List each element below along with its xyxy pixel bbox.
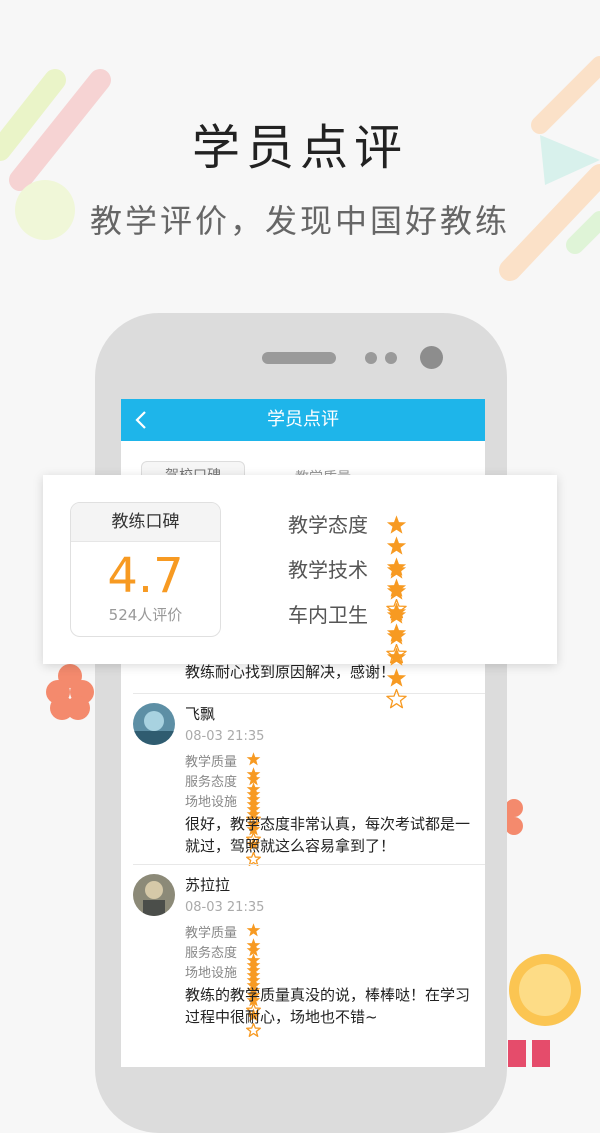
- review-text: 很好，教学态度非常认真，每次考试都是一就过，驾照就这么容易拿到了！: [185, 815, 471, 855]
- star-filled-icon: [246, 923, 261, 937]
- partial-review-text: 教练耐心找到原因解决，感谢！: [185, 663, 396, 681]
- review-item: 飞飘 08-03 21:35 教学质量 服务态度 场地设施 很好，教学态度非常认…: [121, 703, 485, 866]
- criterion-label: 教学态度: [288, 513, 368, 537]
- star-rating: [386, 605, 410, 710]
- rating-row: 场地设施: [185, 791, 261, 866]
- star-filled-icon: [386, 647, 407, 666]
- star-filled-icon: [246, 943, 261, 957]
- review-count: 524人评价: [108, 606, 183, 624]
- review-time: 08-03 21:35: [185, 729, 265, 744]
- star-empty-icon: [386, 689, 407, 709]
- rating-row: 服务态度: [185, 771, 261, 846]
- coach-score-box: 教练口碑 4.7 524人评价: [70, 502, 221, 637]
- reviewer-name: 飞飘: [185, 705, 216, 723]
- rating-label: 教学质量: [185, 755, 238, 770]
- score-value: 4.7: [107, 548, 184, 604]
- promo-subtitle: 教学评价，发现中国好教练: [89, 202, 510, 240]
- nav-bar: 学员点评: [121, 399, 485, 441]
- star-filled-icon: [246, 792, 261, 806]
- star-filled-icon: [386, 668, 407, 687]
- star-filled-icon: [386, 560, 407, 579]
- rating-row: 教学质量: [185, 922, 261, 997]
- phone-camera: [420, 346, 443, 369]
- back-button[interactable]: [129, 399, 153, 441]
- review-text: 教练的教学质量真没的说，棒棒哒！在学习过程中很耐心，场地也不错~: [185, 986, 471, 1026]
- rating-label: 服务态度: [185, 775, 238, 790]
- star-filled-icon: [246, 963, 261, 977]
- rating-row: 场地设施: [185, 962, 261, 1037]
- rating-row: 教学质量: [185, 751, 261, 826]
- star-filled-icon: [246, 752, 261, 766]
- review-time: 08-03 21:35: [185, 900, 265, 915]
- star-filled-icon: [386, 536, 407, 555]
- avatar: [133, 703, 175, 745]
- rating-label: 教学质量: [185, 926, 238, 941]
- star-filled-icon: [386, 515, 407, 534]
- rating-summary-card: 教练口碑 4.7 524人评价 教学态度 教学技术 车内卫生: [43, 475, 557, 709]
- rating-label: 场地设施: [185, 795, 238, 810]
- criterion-label: 教学技术: [288, 558, 368, 582]
- phone-sensor: [365, 352, 377, 364]
- phone-sensor: [385, 352, 397, 364]
- review-item: 苏拉拉 08-03 21:35 教学质量 服务态度 场地设施 教练的教学质量真没…: [121, 874, 485, 1037]
- star-filled-icon: [246, 772, 261, 786]
- chevron-left-icon: [135, 411, 146, 429]
- divider: [133, 693, 485, 694]
- promo-title: 学员点评: [191, 120, 408, 176]
- rating-label: 场地设施: [185, 966, 238, 981]
- divider: [133, 864, 485, 865]
- rating-label: 服务态度: [185, 946, 238, 961]
- avatar: [133, 874, 175, 916]
- score-header: 教练口碑: [71, 503, 220, 542]
- criterion-label: 车内卫生: [288, 603, 368, 627]
- reviewer-name: 苏拉拉: [185, 876, 231, 894]
- star-filled-icon: [386, 626, 407, 645]
- nav-title: 学员点评: [267, 409, 339, 430]
- star-filled-icon: [386, 581, 407, 600]
- rating-row: 服务态度: [185, 942, 261, 1017]
- phone-speaker: [262, 352, 336, 364]
- star-filled-icon: [386, 605, 407, 624]
